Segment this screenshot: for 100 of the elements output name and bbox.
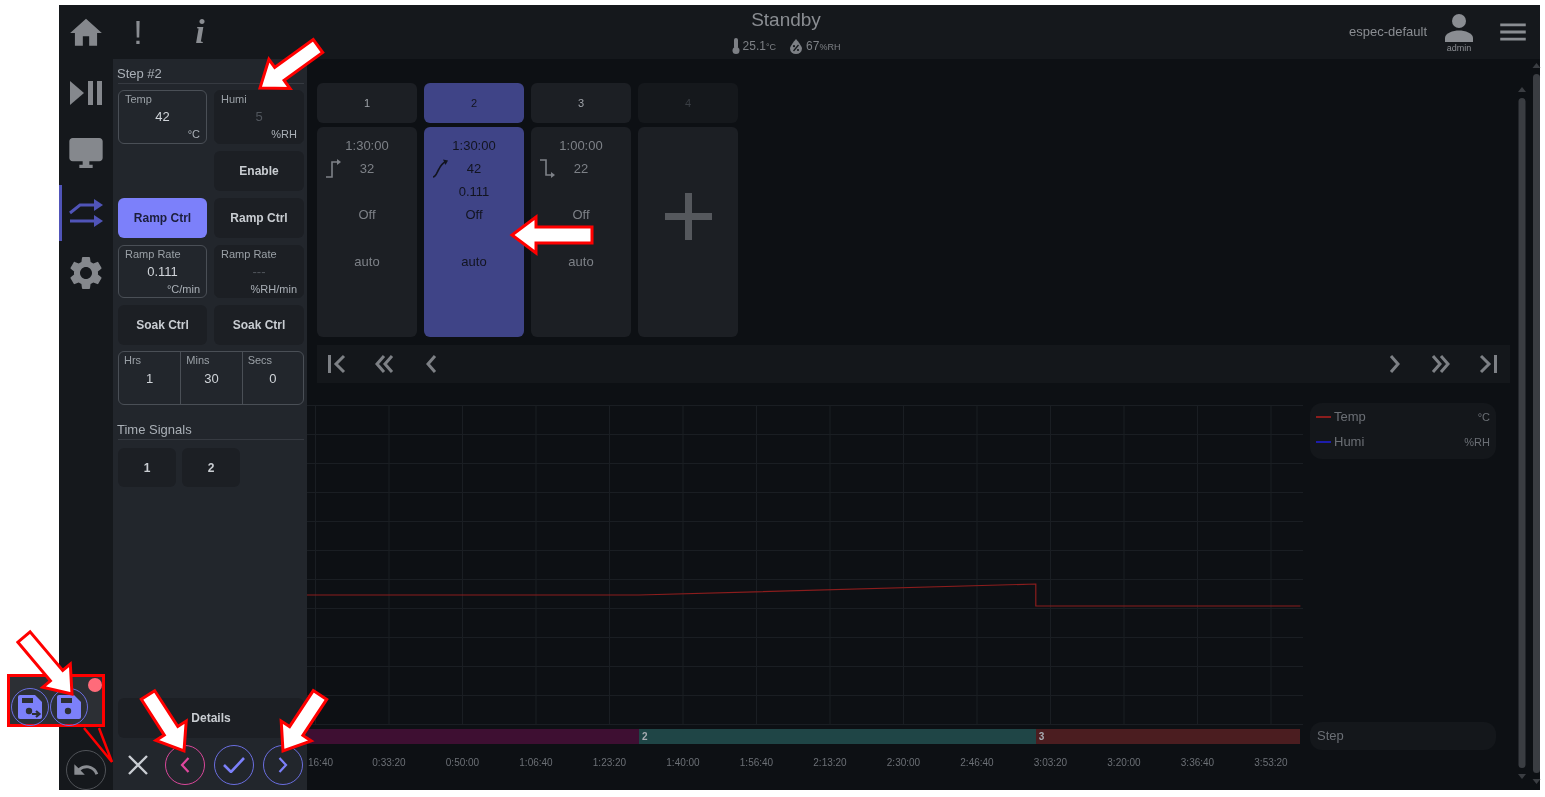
time-field[interactable]: Hrs 1 <box>119 352 181 404</box>
chevron-left-icon <box>180 757 190 773</box>
axis-tick-label: 1:40:00 <box>666 757 700 768</box>
field-label: Mins <box>186 353 211 367</box>
panel-title: Step #2 <box>117 66 163 82</box>
enable-button[interactable]: Enable <box>214 151 304 191</box>
step-status: Off <box>358 206 376 223</box>
step-duration: 1:00:00 <box>559 137 603 154</box>
value-field[interactable]: Humi 5 %RH <box>214 90 304 144</box>
scrollbar[interactable] <box>1532 62 1541 785</box>
step-down-icon <box>539 158 556 179</box>
step-segment: 2 <box>638 729 1036 744</box>
status-title: Standby <box>751 8 821 32</box>
annotation-arrow <box>139 688 188 754</box>
field-label: Hrs <box>124 353 143 367</box>
field-value: 5 <box>255 109 263 125</box>
step-mode: auto <box>568 253 594 270</box>
step-setpoint: 42 <box>466 160 482 177</box>
legend-label: Temp <box>1334 409 1366 425</box>
section-title: Time Signals <box>117 422 193 437</box>
humidity-drop-icon <box>790 38 803 54</box>
unit-label: °C/min <box>166 282 200 296</box>
step-card[interactable]: 1:30:00 32 Off auto <box>317 127 417 337</box>
ramp-control-button[interactable]: Ramp Ctrl <box>118 198 207 238</box>
step-tab[interactable]: 1 <box>317 83 417 123</box>
value-field[interactable]: Ramp Rate --- %RH/min <box>214 245 304 298</box>
unit-label: %RH/min <box>250 282 297 296</box>
field-value: 0.111 <box>147 264 178 280</box>
step-setpoint: 32 <box>359 160 375 177</box>
field-label: Temp <box>125 92 153 106</box>
field-value: 0 <box>269 371 277 387</box>
chevron-left-icon[interactable] <box>426 354 437 374</box>
step-card[interactable]: 1:00:00 22 Off auto <box>531 127 631 337</box>
step-duration: 1:30:00 <box>345 137 389 154</box>
info-button[interactable]: i <box>190 12 210 52</box>
temperature-value: 25.1 <box>742 38 766 54</box>
humidity-value: 67 <box>806 38 820 54</box>
humidity-unit: %RH <box>819 42 841 54</box>
step-ramp-rate: 0.111 <box>458 183 490 200</box>
step-tab[interactable]: 3 <box>531 83 631 123</box>
axis-tick-label: 1:56:40 <box>739 757 774 768</box>
step-legend: Step <box>1310 722 1496 750</box>
scrollbar[interactable] <box>1517 86 1527 780</box>
annotation-arrow <box>279 688 329 754</box>
legend-label: Humi <box>1334 434 1365 450</box>
field-label: Ramp Rate <box>125 247 182 261</box>
soak-control-button[interactable]: Soak Ctrl <box>214 305 304 345</box>
step-setpoint: 22 <box>573 160 589 177</box>
axis-tick-label: 0:50:00 <box>445 757 480 768</box>
legend-unit: °C <box>1477 410 1490 424</box>
chevron-right-icon[interactable] <box>1389 354 1400 374</box>
user-role: admin <box>1446 43 1472 53</box>
ramp-up-icon <box>432 158 449 179</box>
field-value: --- <box>252 264 266 280</box>
axis-tick-label: 3:53:20 <box>1254 757 1288 768</box>
field-label: Ramp Rate <box>221 247 278 261</box>
step-duration: 1:30:00 <box>452 137 496 154</box>
legend-unit: %RH <box>1464 435 1490 449</box>
field-value: 42 <box>155 109 170 125</box>
play-pause-icon <box>70 81 102 105</box>
plus-icon <box>664 193 712 240</box>
axis-tick-label: 0:33:20 <box>372 757 406 768</box>
double-chevron-right-icon[interactable] <box>1431 354 1451 374</box>
time-signal-button[interactable]: 2 <box>182 448 240 487</box>
ramp-control-button[interactable]: Ramp Ctrl <box>214 198 304 238</box>
first-page-icon[interactable] <box>327 354 346 374</box>
temperature-unit: °C <box>765 42 777 54</box>
arrows-icon <box>69 199 103 227</box>
axis-tick-label: 2:30:00 <box>886 757 921 768</box>
step-segment: 3 <box>1035 729 1301 744</box>
cancel-button[interactable] <box>127 754 149 776</box>
axis-tick-label: 2:13:20 <box>813 757 847 768</box>
unit-label: °C <box>187 127 200 141</box>
last-page-icon[interactable] <box>1479 354 1498 374</box>
step-mode: auto <box>461 253 487 270</box>
value-field[interactable]: Temp 42 °C <box>118 90 207 144</box>
value-field[interactable]: Ramp Rate 0.111 °C/min <box>118 245 207 298</box>
annotation-arrow <box>257 37 325 91</box>
step-status: Off <box>465 206 483 223</box>
unit-label: %RH <box>271 127 297 141</box>
axis-tick-label: 1:23:20 <box>592 757 627 768</box>
field-label: Secs <box>247 353 274 367</box>
field-value: 30 <box>204 371 219 387</box>
step-mode: auto <box>354 253 380 270</box>
alerts-button[interactable]: ! <box>128 12 148 52</box>
double-chevron-left-icon[interactable] <box>374 354 394 374</box>
soak-control-button[interactable]: Soak Ctrl <box>118 305 207 345</box>
chevron-right-icon <box>278 757 288 773</box>
field-label: Humi <box>221 92 248 106</box>
step-up-icon <box>325 158 342 179</box>
time-signal-button[interactable]: 1 <box>118 448 176 487</box>
axis-tick-label: 16:40 <box>308 757 334 768</box>
floppy-icon <box>57 695 81 719</box>
close-icon <box>128 755 148 775</box>
user-avatar-icon[interactable] <box>1445 14 1473 42</box>
axis-tick-label: 1:06:40 <box>519 757 553 768</box>
axis-tick-label: 2:46:40 <box>960 757 994 768</box>
account-name: espec-default <box>1348 24 1427 40</box>
time-field[interactable]: Mins 30 <box>180 352 242 404</box>
time-field[interactable]: Secs 0 <box>241 352 303 404</box>
